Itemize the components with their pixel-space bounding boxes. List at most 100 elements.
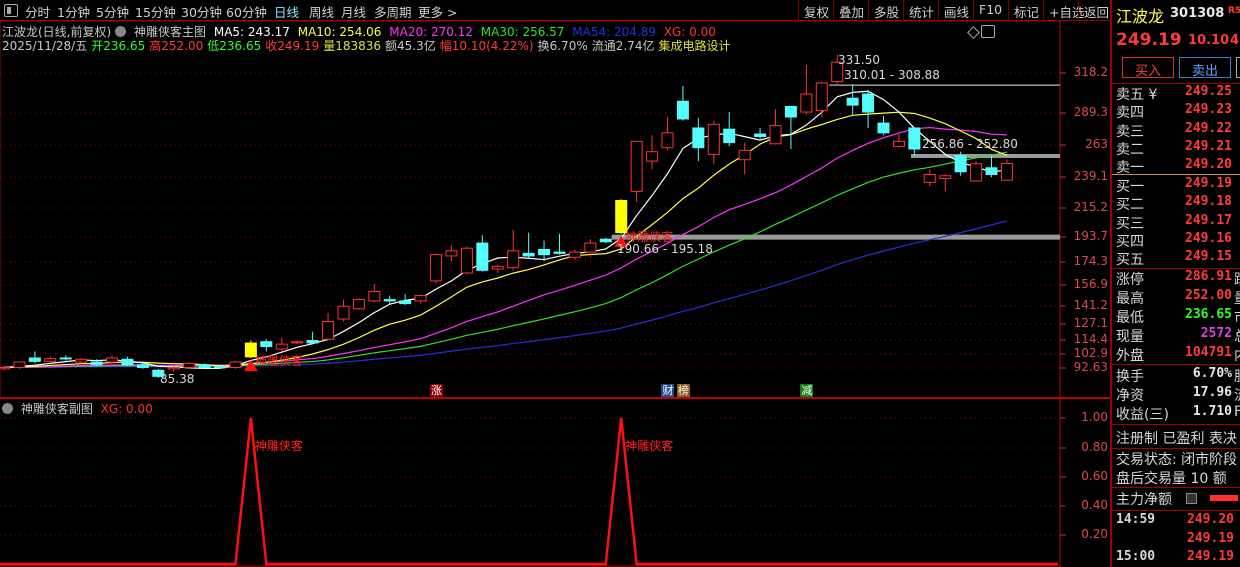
sub-indicator-name[interactable]: 神雕侠客副图 bbox=[21, 402, 93, 416]
candle[interactable] bbox=[306, 331, 319, 345]
panel-toggle-icon[interactable] bbox=[4, 4, 18, 17]
event-marker[interactable]: 涨 bbox=[430, 384, 444, 397]
toolbar-button[interactable]: 统计 bbox=[903, 0, 939, 21]
candle[interactable] bbox=[923, 169, 936, 187]
price-tick-label: 239.1 bbox=[1073, 169, 1108, 183]
kline-chart[interactable] bbox=[0, 0, 1240, 567]
candle[interactable] bbox=[985, 155, 998, 178]
candle[interactable] bbox=[707, 120, 720, 164]
period-tab[interactable]: 周线 bbox=[309, 2, 334, 21]
candle[interactable] bbox=[846, 84, 859, 115]
event-marker[interactable]: 财 bbox=[661, 384, 675, 397]
trading-status: 交易状态: 闭市阶段 bbox=[1116, 452, 1238, 468]
candle[interactable] bbox=[106, 355, 119, 364]
candle[interactable] bbox=[491, 265, 504, 273]
candle[interactable] bbox=[599, 237, 612, 244]
candle[interactable] bbox=[538, 240, 551, 262]
candle[interactable] bbox=[676, 86, 689, 121]
period-tab[interactable]: 5分钟 bbox=[96, 2, 129, 21]
row-value: 17.96 bbox=[1192, 385, 1232, 400]
candle[interactable] bbox=[13, 361, 26, 369]
amount: 额45.3亿 bbox=[385, 39, 436, 53]
toolbar-button[interactable]: 画线 bbox=[938, 0, 974, 21]
candle[interactable] bbox=[862, 89, 875, 128]
candle[interactable] bbox=[784, 105, 797, 150]
row-label: 卖四 bbox=[1116, 105, 1144, 122]
candle[interactable] bbox=[260, 339, 273, 352]
layout-icon[interactable] bbox=[981, 25, 995, 38]
candle[interactable] bbox=[383, 295, 396, 304]
candle[interactable] bbox=[59, 355, 72, 361]
candle[interactable] bbox=[568, 249, 581, 260]
buy-button[interactable]: 买入 bbox=[1122, 57, 1174, 79]
candle[interactable] bbox=[476, 235, 489, 272]
candle[interactable] bbox=[754, 127, 767, 139]
candle[interactable] bbox=[630, 140, 643, 202]
candle[interactable] bbox=[460, 246, 473, 275]
toolbar-button[interactable]: 叠加 bbox=[833, 0, 869, 21]
candle[interactable] bbox=[229, 360, 242, 369]
toolbar-button[interactable]: F10 bbox=[973, 0, 1007, 21]
toolbar-button[interactable]: 返回 bbox=[1078, 0, 1114, 21]
candle[interactable] bbox=[322, 313, 335, 341]
candle[interactable] bbox=[908, 127, 921, 156]
candle[interactable] bbox=[445, 245, 458, 262]
event-marker[interactable]: 减 bbox=[800, 384, 814, 397]
period-tab[interactable]: 15分钟 bbox=[135, 2, 176, 21]
period-tab[interactable]: 多周期 bbox=[374, 2, 412, 21]
candle[interactable] bbox=[352, 298, 365, 311]
ma30-line bbox=[3, 151, 1008, 369]
candle[interactable] bbox=[892, 134, 905, 148]
candle[interactable] bbox=[44, 356, 57, 363]
period-tab[interactable]: 更多 > bbox=[418, 2, 457, 21]
candle-body bbox=[661, 132, 674, 149]
period-toolbar: 分时 1分钟 5分钟 15分钟 30分钟 60分钟 日线 周线 月线 多周期 更多 > 复权 叠加 多股… bbox=[0, 0, 1110, 21]
candle[interactable] bbox=[661, 117, 674, 151]
more-button[interactable] bbox=[1236, 57, 1240, 78]
candle[interactable] bbox=[414, 294, 427, 304]
period-tab[interactable]: 1分钟 bbox=[57, 2, 90, 21]
quote-row: 最低 236.65市 bbox=[1116, 307, 1240, 326]
sector[interactable]: 集成电路设计 bbox=[658, 39, 730, 53]
candle[interactable] bbox=[939, 174, 952, 192]
sub-dropdown-icon[interactable] bbox=[2, 403, 13, 414]
candle[interactable] bbox=[815, 81, 828, 118]
candle[interactable] bbox=[28, 351, 41, 364]
candle[interactable] bbox=[723, 112, 736, 147]
toolbar-button[interactable]: 多股 bbox=[868, 0, 904, 21]
candle[interactable] bbox=[1000, 159, 1013, 181]
candle[interactable] bbox=[430, 253, 443, 284]
toolbar-button[interactable]: 标记 bbox=[1008, 0, 1044, 21]
candle[interactable] bbox=[522, 232, 535, 259]
candle[interactable] bbox=[738, 142, 751, 175]
candle[interactable] bbox=[769, 109, 782, 145]
candle[interactable] bbox=[954, 151, 967, 176]
row-label: 收益(三) bbox=[1116, 407, 1169, 423]
candle[interactable] bbox=[646, 135, 659, 170]
candle[interactable] bbox=[121, 356, 134, 367]
period-tab[interactable]: 分时 bbox=[25, 2, 50, 21]
candle[interactable] bbox=[291, 340, 304, 345]
candle[interactable] bbox=[75, 357, 88, 364]
period-tab[interactable]: 日线 bbox=[274, 2, 299, 21]
candle-body bbox=[121, 358, 134, 366]
event-marker[interactable]: 榜 bbox=[676, 384, 690, 397]
indicator-dropdown-icon[interactable] bbox=[115, 26, 127, 37]
candle[interactable] bbox=[692, 118, 705, 162]
sell-button[interactable]: 卖出 bbox=[1179, 57, 1231, 79]
candle[interactable] bbox=[368, 284, 381, 303]
candle[interactable] bbox=[507, 229, 520, 271]
list-icon[interactable] bbox=[1186, 493, 1197, 504]
candle-body bbox=[784, 105, 797, 118]
candle[interactable] bbox=[877, 115, 890, 136]
sub-xg-value: XG: 0.00 bbox=[100, 402, 153, 416]
candle[interactable] bbox=[337, 299, 350, 322]
period-tab[interactable]: 月线 bbox=[341, 2, 366, 21]
candle[interactable] bbox=[970, 161, 983, 182]
toolbar-button[interactable]: 复权 bbox=[798, 0, 834, 21]
period-tab[interactable]: 30分钟 bbox=[181, 2, 222, 21]
book-divider bbox=[1112, 174, 1240, 175]
candle[interactable] bbox=[183, 362, 196, 369]
period-tab[interactable]: 60分钟 bbox=[226, 2, 267, 21]
candle[interactable] bbox=[800, 64, 813, 115]
